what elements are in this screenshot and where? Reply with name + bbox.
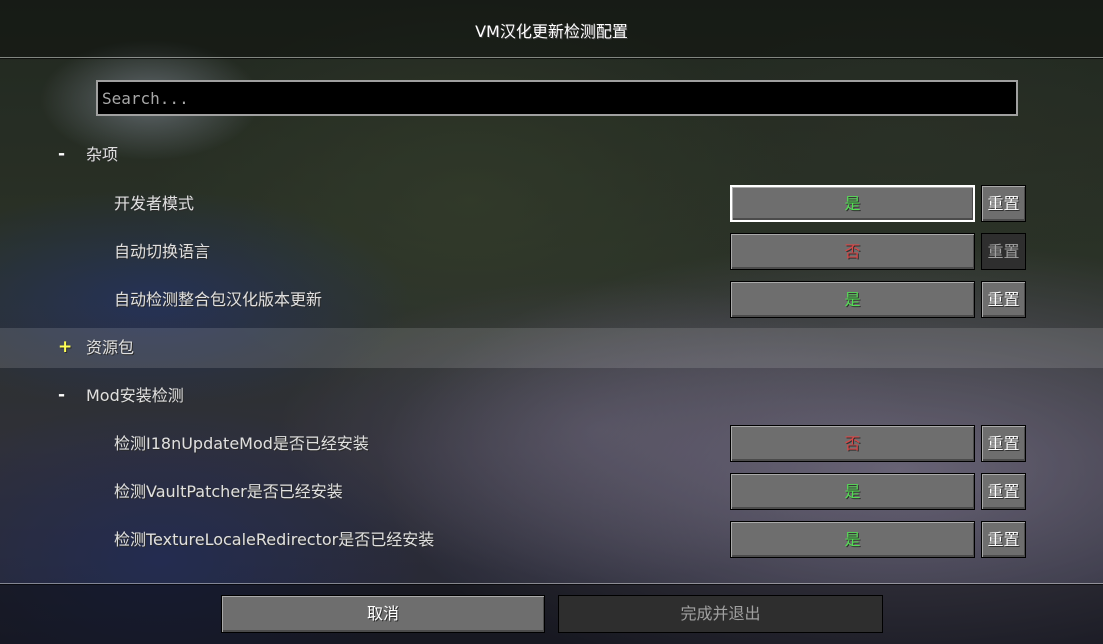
option-label: 开发者模式: [114, 194, 195, 213]
footer-separator: [0, 583, 1103, 584]
option-label: 检测VaultPatcher是否已经安装: [114, 482, 343, 501]
screen-title: VM汉化更新检测配置: [475, 22, 628, 41]
done-and-exit-button[interactable]: 完成并退出: [558, 595, 883, 633]
option-row-auto-check-update: 自动检测整合包汉化版本更新 是 重置: [0, 276, 1103, 324]
reset-label: 重置: [987, 290, 1020, 309]
cancel-label: 取消: [366, 604, 399, 623]
expand-icon[interactable]: +: [58, 324, 72, 372]
footer: [0, 584, 1103, 644]
toggle-button[interactable]: 否: [730, 425, 975, 462]
option-label: 自动切换语言: [114, 242, 211, 261]
category-label: 资源包: [86, 338, 135, 357]
header-separator: [0, 57, 1103, 58]
reset-label: 重置: [987, 242, 1020, 261]
option-label: 检测TextureLocaleRedirector是否已经安装: [114, 530, 435, 549]
cancel-button[interactable]: 取消: [221, 595, 545, 633]
reset-button[interactable]: 重置: [981, 473, 1026, 510]
reset-button[interactable]: 重置: [981, 233, 1026, 270]
reset-button[interactable]: 重置: [981, 281, 1026, 318]
search-box[interactable]: [96, 80, 1018, 116]
toggle-value: 是: [844, 290, 861, 309]
done-label: 完成并退出: [680, 604, 761, 623]
option-row-check-texturelocaleredirector: 检测TextureLocaleRedirector是否已经安装 是 重置: [0, 516, 1103, 564]
category-row-resource-pack[interactable]: + 资源包: [0, 324, 1103, 372]
reset-button[interactable]: 重置: [981, 425, 1026, 462]
collapse-icon[interactable]: -: [58, 372, 65, 420]
reset-label: 重置: [987, 194, 1020, 213]
toggle-button[interactable]: 否: [730, 233, 975, 270]
toggle-value: 是: [844, 482, 861, 501]
toggle-value: 否: [844, 434, 861, 453]
config-screen: VM汉化更新检测配置 - 杂项 开发者模式 是 重置 自动切换语言 否 重置 自…: [0, 0, 1103, 644]
reset-label: 重置: [987, 434, 1020, 453]
collapse-icon[interactable]: -: [58, 131, 65, 179]
option-label: 自动检测整合包汉化版本更新: [114, 290, 323, 309]
reset-button[interactable]: 重置: [981, 521, 1026, 558]
search-input[interactable]: [98, 82, 1016, 114]
option-label: 检测I18nUpdateMod是否已经安装: [114, 434, 369, 453]
toggle-value: 否: [844, 242, 861, 261]
category-label: Mod安装检测: [86, 386, 184, 405]
toggle-button[interactable]: 是: [730, 185, 975, 222]
toggle-button[interactable]: 是: [730, 473, 975, 510]
option-row-check-i18nupdatemod: 检测I18nUpdateMod是否已经安装 否 重置: [0, 420, 1103, 468]
toggle-button[interactable]: 是: [730, 521, 975, 558]
category-label: 杂项: [86, 145, 119, 164]
option-row-developer-mode: 开发者模式 是 重置: [0, 180, 1103, 228]
toggle-value: 是: [844, 194, 861, 213]
option-row-auto-switch-language: 自动切换语言 否 重置: [0, 228, 1103, 276]
category-row-misc[interactable]: - 杂项: [0, 131, 1103, 179]
option-row-check-vaultpatcher: 检测VaultPatcher是否已经安装 是 重置: [0, 468, 1103, 516]
toggle-value: 是: [844, 530, 861, 549]
category-row-mod-install-check[interactable]: - Mod安装检测: [0, 372, 1103, 420]
reset-label: 重置: [987, 482, 1020, 501]
reset-label: 重置: [987, 530, 1020, 549]
toggle-button[interactable]: 是: [730, 281, 975, 318]
reset-button[interactable]: 重置: [981, 185, 1026, 222]
